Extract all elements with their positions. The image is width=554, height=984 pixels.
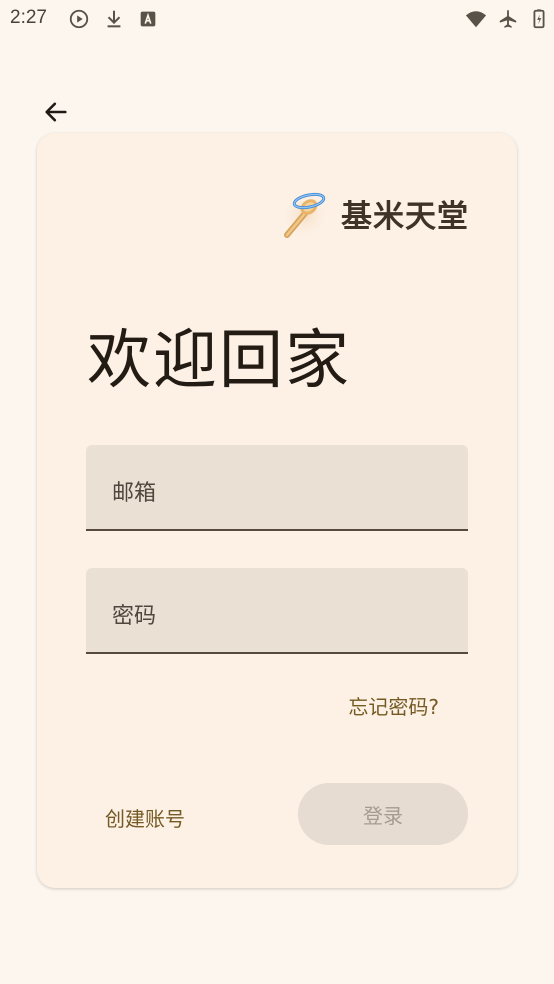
font-app-icon	[140, 11, 156, 27]
password-field[interactable]: 密码	[86, 568, 468, 654]
battery-charging-icon	[533, 9, 545, 29]
forgot-password-link[interactable]: 忘记密码?	[348, 691, 439, 720]
email-placeholder: 邮箱	[112, 481, 157, 506]
login-card: 基米天堂 欢迎回家 邮箱 密码 忘记密码? 创建账号 登录	[37, 133, 517, 888]
login-button-label: 登录	[363, 803, 403, 828]
brand: 基米天堂	[277, 185, 469, 241]
login-button[interactable]: 登录	[298, 783, 468, 845]
download-icon	[107, 10, 121, 28]
brand-name: 基米天堂	[341, 198, 469, 235]
email-field[interactable]: 邮箱	[86, 445, 468, 531]
back-button[interactable]	[36, 92, 76, 132]
status-bar: 2:27	[0, 0, 554, 38]
airplane-mode-icon	[499, 9, 517, 28]
password-placeholder: 密码	[112, 604, 157, 629]
status-time: 2:27	[10, 7, 47, 28]
page-title: 欢迎回家	[87, 324, 351, 398]
play-icon	[69, 9, 89, 29]
wifi-icon	[465, 11, 487, 28]
create-account-button[interactable]: 创建账号	[105, 803, 185, 832]
arrow-back-icon	[45, 102, 67, 122]
brand-logo-icon	[279, 189, 331, 241]
